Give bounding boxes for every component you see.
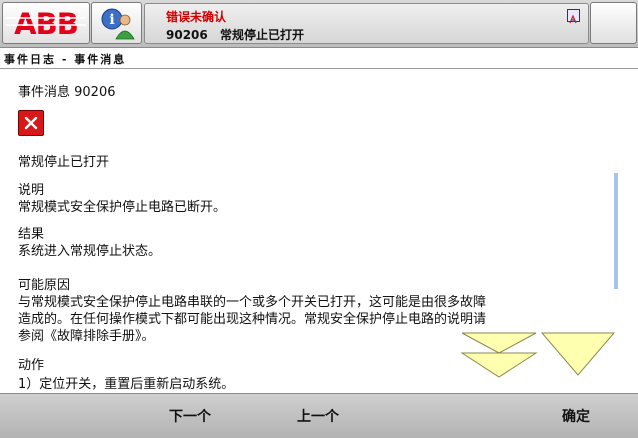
status-message: 常规停止已打开 <box>219 28 304 42</box>
scroll-down-button[interactable] <box>540 331 616 381</box>
actions-text: 1）定位开关，重置后重新启动系统。 <box>18 377 235 392</box>
next-button[interactable]: 下一个 <box>130 394 250 438</box>
abb-logo-text: ABB <box>14 8 78 38</box>
error-x-icon <box>18 110 44 136</box>
status-bar[interactable]: 错误未确认 90206 常规停止已打开 <box>144 3 589 44</box>
chevron-down-icon <box>540 332 616 376</box>
scroll-up-button[interactable] <box>460 331 538 385</box>
actions-label: 动作 <box>18 358 45 373</box>
abb-logo-icon: ABB <box>6 8 86 38</box>
svg-text:i: i <box>109 12 114 28</box>
status-flag-icon <box>567 9 580 24</box>
scrollbar[interactable] <box>614 173 618 289</box>
double-chevron-icon <box>460 332 538 378</box>
status-message-line: 90206 常规停止已打开 <box>166 26 304 43</box>
info-person-icon: i <box>101 8 135 40</box>
description-text: 常规模式安全保护停止电路已断开。 <box>18 200 227 215</box>
status-title: 错误未确认 <box>166 10 227 24</box>
view-title-bar: 事件日志 - 事件消息 <box>0 48 638 69</box>
event-heading: 事件消息 90206 <box>18 85 116 100</box>
ok-button[interactable]: 确定 <box>516 394 636 438</box>
command-bar: 下一个 上一个 确定 <box>0 393 638 438</box>
causes-line: 参阅《故障排除手册》。 <box>18 329 155 344</box>
top-bar: ABB i 错误未确认 90206 常规停止已打开 <box>0 0 638 48</box>
view-title: 事件日志 - 事件消息 <box>4 53 127 66</box>
event-message-panel[interactable]: 事件消息 90206 常规停止已打开 说明 常规模式安全保护停止电路已断开。 结… <box>0 69 638 393</box>
event-title: 常规停止已打开 <box>18 155 110 170</box>
abb-menu-button[interactable]: ABB <box>2 2 90 44</box>
hotedit-button[interactable]: i <box>91 2 142 44</box>
status-code: 90206 <box>166 28 208 42</box>
consequences-text: 系统进入常规停止状态。 <box>18 244 162 259</box>
previous-button[interactable]: 上一个 <box>258 394 378 438</box>
quickset-button[interactable] <box>590 2 637 44</box>
